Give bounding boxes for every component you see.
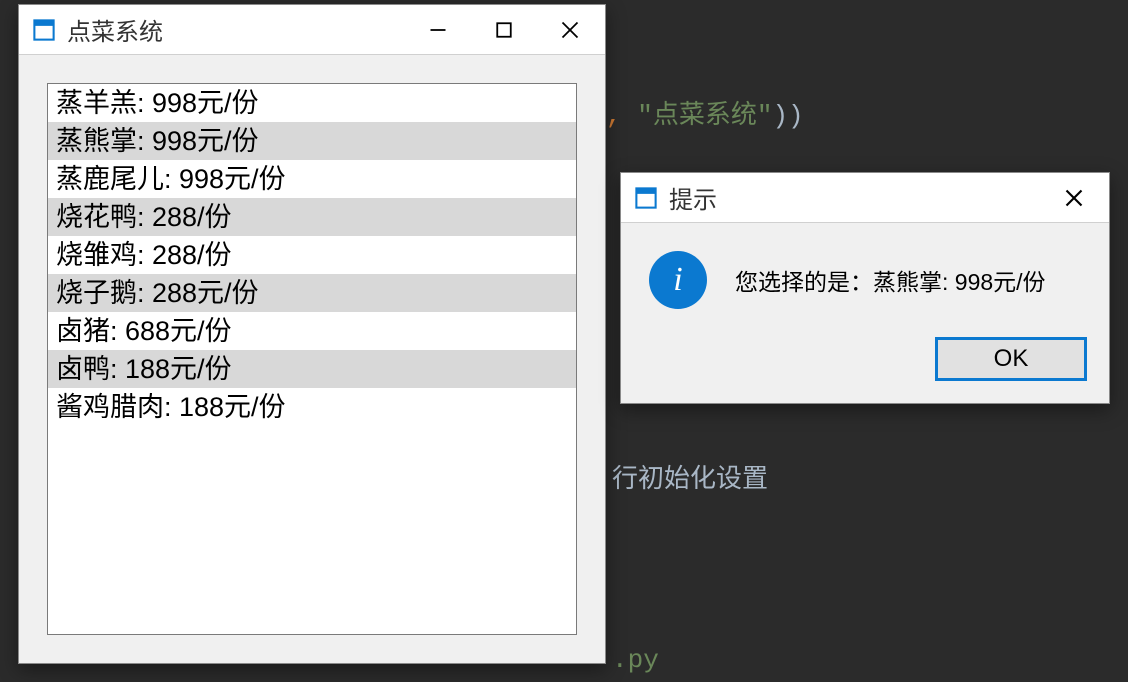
menu-listbox[interactable]: 蒸羊羔: 998元/份 蒸熊掌: 998元/份 蒸鹿尾儿: 998元/份 烧花鸭… <box>47 83 577 635</box>
close-button[interactable] <box>537 5 603 55</box>
ok-button[interactable]: OK <box>935 337 1087 381</box>
minimize-button[interactable] <box>405 5 471 55</box>
main-window: 点菜系统 蒸羊羔: 998元/份 蒸熊掌: 998元/份 蒸鹿尾儿: 998元/… <box>18 4 606 664</box>
titlebar[interactable]: 点菜系统 <box>19 5 605 55</box>
info-icon: i <box>649 251 707 309</box>
list-item[interactable]: 蒸鹿尾儿: 998元/份 <box>48 160 576 198</box>
message-dialog: 提示 i 您选择的是：蒸熊掌: 998元/份 OK <box>620 172 1110 404</box>
list-item[interactable]: 酱鸡腊肉: 188元/份 <box>48 388 576 426</box>
maximize-button[interactable] <box>471 5 537 55</box>
list-item[interactable]: 蒸熊掌: 998元/份 <box>48 122 576 160</box>
app-icon <box>33 19 55 41</box>
window-body: 蒸羊羔: 998元/份 蒸熊掌: 998元/份 蒸鹿尾儿: 998元/份 烧花鸭… <box>19 55 605 663</box>
list-item[interactable]: 烧子鹅: 288元/份 <box>48 274 576 312</box>
dialog-button-row: OK <box>621 327 1109 403</box>
dialog-titlebar[interactable]: 提示 <box>621 173 1109 223</box>
code-text: 行初始化设置 <box>612 460 768 502</box>
dialog-message: 您选择的是：蒸熊掌: 998元/份 <box>735 263 1046 297</box>
list-item[interactable]: 卤猪: 688元/份 <box>48 312 576 350</box>
window-title: 点菜系统 <box>67 12 163 47</box>
list-item[interactable]: 蒸羊羔: 998元/份 <box>48 84 576 122</box>
code-punc: , <box>606 101 637 131</box>
app-icon <box>635 187 657 209</box>
list-item[interactable]: 卤鸭: 188元/份 <box>48 350 576 388</box>
code-punc: )) <box>772 101 803 131</box>
code-string: .py <box>612 645 659 675</box>
code-string: "点菜系统" <box>637 101 772 131</box>
list-item[interactable]: 烧花鸭: 288/份 <box>48 198 576 236</box>
list-item[interactable]: 烧雏鸡: 288/份 <box>48 236 576 274</box>
dialog-close-button[interactable] <box>1041 173 1107 223</box>
dialog-title: 提示 <box>669 180 717 215</box>
dialog-body: i 您选择的是：蒸熊掌: 998元/份 <box>621 223 1109 327</box>
